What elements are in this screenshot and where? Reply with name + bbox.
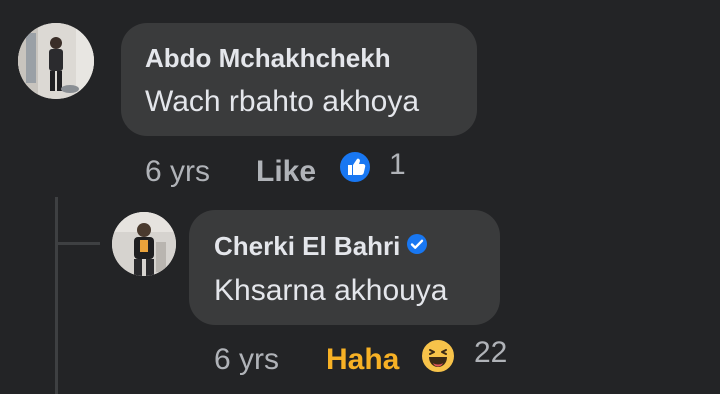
reactions-summary[interactable] (338, 150, 372, 192)
comment-text: Wach rbahto akhoya (145, 85, 420, 118)
verified-badge-icon (406, 231, 428, 262)
avatar-photo (18, 23, 94, 99)
reply-thread-line (55, 197, 58, 394)
comment-author[interactable]: Cherki El Bahri (214, 231, 400, 261)
comment-bubble: Abdo Mchakhchekh Wach rbahto akhoya (121, 23, 477, 136)
comment-author-row: Cherki El Bahri (214, 231, 428, 262)
comment-timestamp[interactable]: 6 yrs (145, 155, 210, 189)
comment-author[interactable]: Abdo Mchakhchekh (145, 43, 391, 74)
reactions-summary[interactable] (420, 338, 456, 382)
comment-text: Khsarna akhouya (214, 274, 448, 307)
avatar-photo (112, 212, 176, 276)
reaction-count[interactable]: 22 (474, 336, 507, 370)
like-reaction-icon (338, 150, 372, 184)
haha-reaction-button[interactable]: Haha (326, 343, 399, 377)
reply-bubble: Cherki El Bahri Khsarna akhouya (189, 210, 500, 325)
comment-timestamp[interactable]: 6 yrs (214, 343, 279, 377)
reply-thread-branch (55, 242, 100, 245)
avatar[interactable] (18, 23, 94, 99)
like-button[interactable]: Like (256, 155, 316, 189)
avatar[interactable] (112, 212, 176, 276)
reaction-count[interactable]: 1 (389, 148, 406, 182)
haha-reaction-icon (420, 338, 456, 374)
